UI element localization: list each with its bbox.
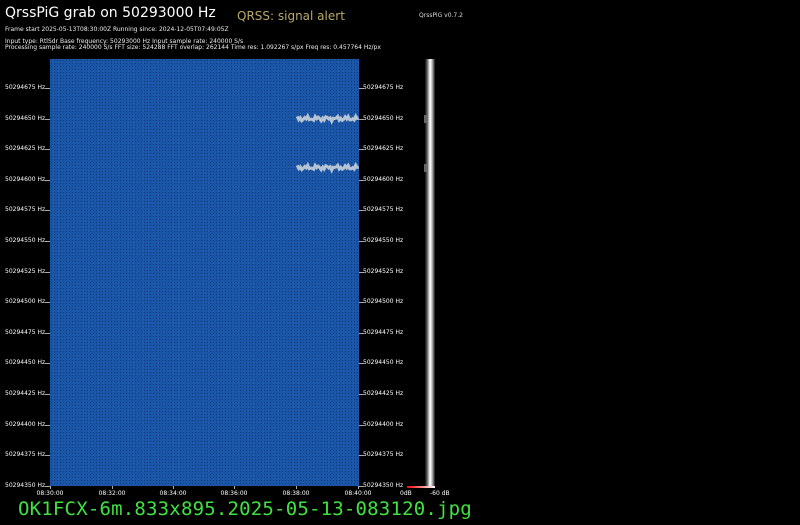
y-tick: [45, 424, 50, 426]
y-tick-label: 50294575 Hz: [5, 206, 46, 214]
y-tick-label: 50294625 Hz: [363, 145, 404, 153]
x-tick: [173, 486, 174, 489]
y-tick: [45, 271, 50, 273]
x-tick-label: 08:34:00: [159, 490, 187, 497]
y-tick: [45, 455, 50, 457]
x-tick-label: 08:32:00: [98, 490, 126, 497]
y-tick-label: 50294650 Hz: [5, 114, 46, 122]
x-tick-label: 08:30:00: [36, 490, 64, 497]
y-tick-label: 50294450 Hz: [363, 359, 404, 367]
y-tick-label: 50294600 Hz: [363, 175, 404, 183]
signal-alert-label: QRSS: signal alert: [237, 9, 345, 23]
filename-label: OK1FCX-6m.833x895.2025-05-13-083120.jpg: [18, 498, 472, 520]
y-tick-label: 50294375 Hz: [363, 451, 404, 459]
processing-info: Processing sample rate: 240000 S/s FFT s…: [5, 44, 381, 51]
y-tick: [45, 394, 50, 395]
page-title: QrssPiG grab on 50293000 Hz: [5, 5, 216, 21]
y-tick-label: 50294425 Hz: [363, 390, 404, 397]
y-tick-label: 50294525 Hz: [363, 267, 404, 275]
y-tick-label: 50294675 Hz: [363, 84, 404, 91]
spectrum-bar: [425, 59, 435, 486]
y-tick-label: 50294600 Hz: [5, 175, 46, 183]
x-tick: [296, 486, 297, 489]
y-tick-label: 50294350 Hz: [363, 481, 404, 489]
signal-traces: [295, 112, 359, 174]
y-tick: [359, 302, 364, 304]
x-tick: [234, 486, 235, 489]
db-scale-max-label: 0dB: [400, 490, 412, 497]
y-tick: [359, 149, 364, 151]
y-tick: [45, 179, 50, 181]
y-tick-label: 50294475 Hz: [363, 328, 404, 336]
y-tick: [45, 88, 50, 89]
y-tick-label: 50294475 Hz: [5, 328, 46, 336]
version-label: QrssPiG v0.7.2: [419, 12, 463, 19]
x-tick: [50, 486, 51, 489]
x-tick-label: 08:40:00: [344, 490, 372, 497]
y-tick-label: 50294450 Hz: [5, 359, 46, 367]
y-tick: [45, 241, 50, 242]
y-tick: [359, 394, 364, 395]
y-tick-label: 50294625 Hz: [5, 145, 46, 153]
x-tick: [112, 486, 113, 489]
y-tick: [45, 332, 50, 334]
y-tick: [45, 210, 50, 212]
frame-start-info: Frame start 2025-05-13T08:30:00Z Running…: [5, 26, 229, 33]
y-tick-label: 50294675 Hz: [5, 84, 46, 91]
y-tick-label: 50294350 Hz: [5, 481, 46, 489]
y-tick-label: 50294550 Hz: [5, 237, 46, 244]
y-tick: [359, 485, 364, 487]
y-tick-label: 50294575 Hz: [363, 206, 404, 214]
y-tick-label: 50294400 Hz: [5, 420, 46, 428]
y-tick: [359, 241, 364, 242]
y-tick: [359, 332, 364, 334]
y-tick-label: 50294425 Hz: [5, 390, 46, 397]
y-tick: [359, 271, 364, 273]
db-scale-min-label: -60 dB: [430, 490, 450, 497]
y-tick: [359, 210, 364, 212]
y-tick: [359, 455, 364, 457]
signal-trace: [295, 161, 359, 174]
waterfall-plot: [50, 59, 359, 486]
y-tick: [45, 363, 50, 365]
y-tick-label: 50294550 Hz: [363, 237, 404, 244]
spectrum-peak: [424, 164, 427, 172]
y-tick: [359, 179, 364, 181]
y-tick-label: 50294500 Hz: [363, 298, 404, 306]
y-tick: [359, 118, 364, 120]
spectrum-peak: [424, 115, 427, 123]
y-tick: [45, 118, 50, 120]
signal-trace: [295, 112, 359, 125]
y-tick-label: 50294525 Hz: [5, 267, 46, 275]
y-tick-label: 50294400 Hz: [363, 420, 404, 428]
db-scale-bar: [407, 486, 435, 488]
y-tick: [45, 149, 50, 151]
y-tick: [359, 88, 364, 89]
y-tick: [359, 424, 364, 426]
y-tick: [359, 363, 364, 365]
y-tick-label: 50294500 Hz: [5, 298, 46, 306]
x-tick: [358, 486, 359, 489]
y-tick-label: 50294375 Hz: [5, 451, 46, 459]
y-tick-label: 50294650 Hz: [363, 114, 404, 122]
x-tick-label: 08:38:00: [282, 490, 310, 497]
x-tick-label: 08:36:00: [220, 490, 248, 497]
y-tick: [45, 302, 50, 304]
